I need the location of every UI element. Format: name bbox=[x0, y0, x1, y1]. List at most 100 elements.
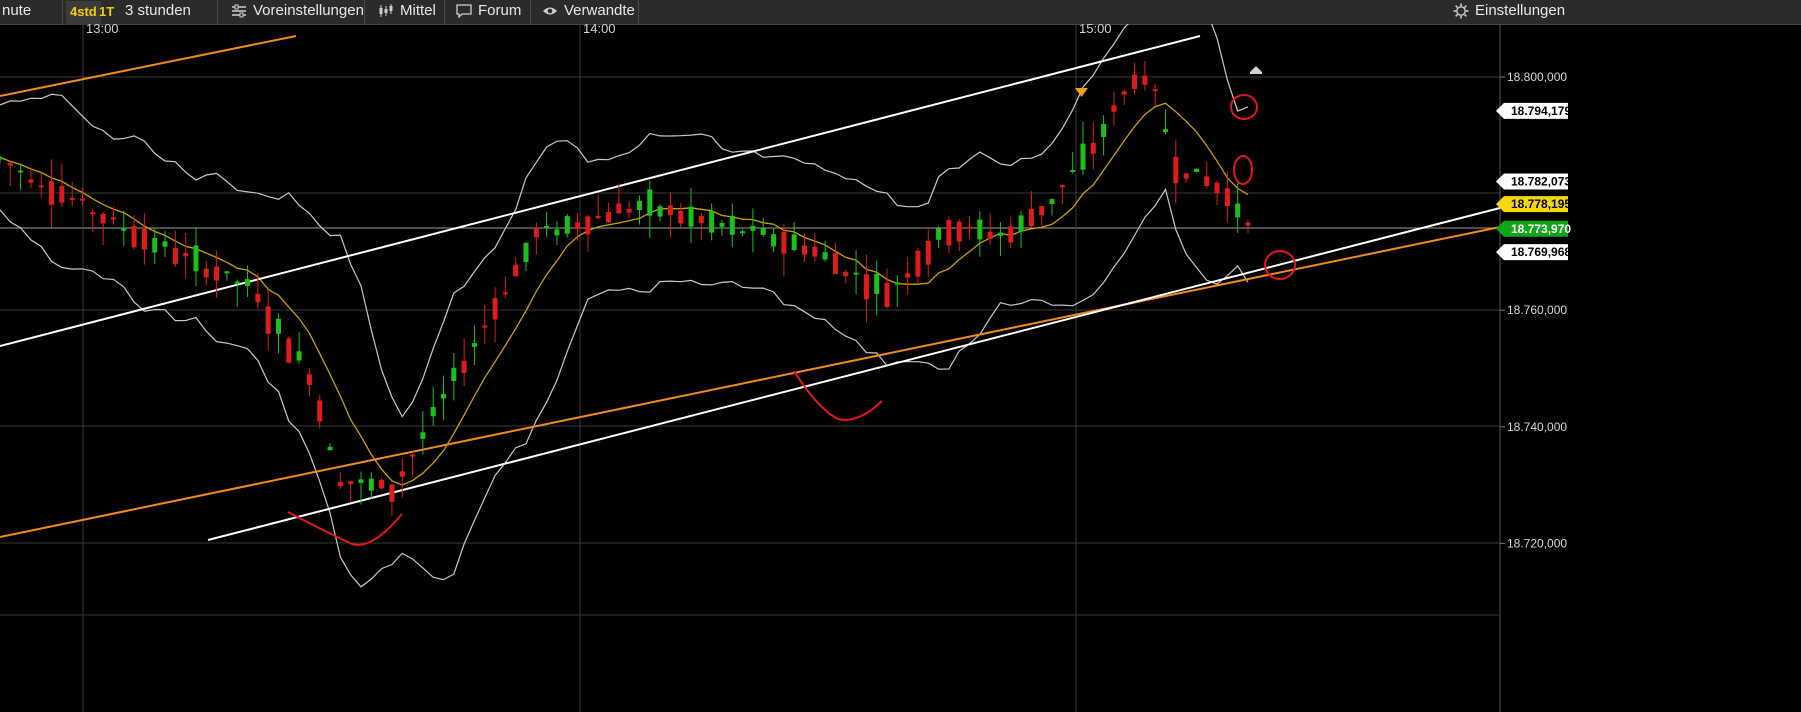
candle-body bbox=[399, 471, 405, 477]
candle-body bbox=[0, 157, 3, 160]
price-axis[interactable]: 18.800,000 18.760,000 18.740,000 18.720,000… bbox=[1496, 70, 1571, 550]
gear-icon bbox=[1453, 3, 1469, 19]
candle-body bbox=[812, 246, 818, 257]
candle-body bbox=[327, 446, 333, 451]
candle-body bbox=[729, 215, 735, 235]
candle-body bbox=[69, 197, 75, 200]
candle-body bbox=[544, 225, 550, 228]
candle-body bbox=[853, 272, 859, 275]
candle-body bbox=[915, 250, 921, 277]
candle-body bbox=[956, 221, 962, 242]
candlesticks bbox=[0, 61, 1251, 516]
candle-body bbox=[265, 306, 271, 334]
candle-body bbox=[1070, 169, 1076, 172]
candle-body bbox=[719, 222, 725, 227]
candle-body bbox=[1039, 206, 1045, 216]
candle-body bbox=[801, 245, 807, 255]
candle-body bbox=[781, 231, 787, 254]
candle-body bbox=[977, 219, 983, 240]
candle-body bbox=[441, 393, 447, 399]
related-label: Verwandte bbox=[564, 2, 635, 19]
candle-body bbox=[946, 220, 952, 246]
forum-button[interactable]: Forum bbox=[456, 0, 521, 24]
candle-body bbox=[616, 203, 622, 214]
sliders-icon bbox=[232, 4, 246, 18]
indicator-label: Mittel bbox=[400, 2, 436, 19]
candle-body bbox=[492, 298, 498, 320]
candle-body bbox=[368, 478, 374, 491]
candle-body bbox=[358, 479, 364, 483]
price-tag-label: 18.773,970 bbox=[1511, 222, 1571, 236]
candle-body bbox=[193, 245, 199, 272]
candle-body bbox=[245, 279, 251, 286]
candle-body bbox=[1224, 188, 1230, 207]
candle-body bbox=[28, 179, 34, 183]
candle-body bbox=[306, 374, 312, 385]
price-tag-label: 18.794,179 bbox=[1511, 104, 1571, 118]
candle-body bbox=[585, 216, 591, 235]
candle-body bbox=[523, 242, 529, 263]
bollinger-upper bbox=[0, 24, 1249, 418]
x-axis: 13:00 14:00 15:00 bbox=[86, 24, 1112, 36]
candle-body bbox=[275, 318, 281, 334]
candle-body bbox=[296, 351, 302, 361]
x-tick-label: 15:00 bbox=[1079, 24, 1112, 36]
candle-body bbox=[1193, 168, 1199, 172]
timeframe-1t-tab[interactable]: 1T bbox=[99, 1, 114, 25]
chart-toolbar: nute 4std 1T 3 stunden Voreinstellungen … bbox=[0, 0, 1801, 25]
candle-body bbox=[657, 206, 663, 217]
candle-body bbox=[771, 234, 777, 247]
candle-body bbox=[90, 212, 96, 215]
candle-body bbox=[1059, 185, 1065, 188]
candle-body bbox=[38, 185, 44, 188]
candle-body bbox=[183, 253, 189, 257]
presets-button[interactable]: Voreinstellungen bbox=[231, 0, 364, 24]
candle-body bbox=[172, 248, 178, 264]
candle-body bbox=[502, 292, 508, 295]
price-tag-label: 18.778,195 bbox=[1511, 197, 1571, 211]
candle-body bbox=[1018, 215, 1024, 232]
x-tick-label: 14:00 bbox=[583, 24, 616, 36]
candle-body bbox=[760, 228, 766, 235]
candle-body bbox=[1162, 129, 1168, 133]
candle-body bbox=[141, 229, 147, 250]
candle-body bbox=[894, 282, 900, 285]
candle-body bbox=[688, 206, 694, 227]
candle-body bbox=[884, 282, 890, 307]
candle-body bbox=[1235, 203, 1241, 218]
speech-bubble-icon bbox=[456, 4, 472, 19]
price-chart[interactable]: 13:00 14:00 15:00 18.800,000 18.760,000 18.7… bbox=[0, 24, 1801, 712]
range-selector[interactable]: 3 stunden bbox=[125, 0, 191, 24]
candle-body bbox=[750, 225, 756, 231]
candle-body bbox=[698, 216, 704, 224]
candle-body bbox=[317, 400, 323, 422]
indicator-button[interactable]: Mittel bbox=[378, 0, 436, 24]
timeframe-minute-tab[interactable]: nute bbox=[2, 0, 31, 24]
home-marker bbox=[1250, 66, 1262, 74]
candle-body bbox=[49, 181, 55, 205]
candle-body bbox=[575, 222, 581, 229]
candle-body bbox=[348, 481, 354, 485]
settings-button[interactable]: Einstellungen bbox=[1453, 0, 1565, 24]
candle-body bbox=[678, 210, 684, 224]
candle-body bbox=[471, 343, 477, 347]
candle-body bbox=[863, 274, 869, 300]
candle-body bbox=[80, 198, 86, 201]
candle-body bbox=[1049, 199, 1055, 205]
candle-body bbox=[647, 189, 653, 216]
candle-body bbox=[255, 293, 261, 303]
candle-body bbox=[1173, 156, 1179, 184]
timeframe-4std-tab[interactable]: 4std bbox=[66, 1, 101, 25]
candle-body bbox=[513, 264, 519, 277]
candle-body bbox=[905, 273, 911, 278]
candle-body bbox=[110, 217, 116, 220]
candle-body bbox=[1008, 226, 1014, 243]
candle-body bbox=[1080, 143, 1086, 170]
candle-body bbox=[1245, 222, 1251, 226]
forum-label: Forum bbox=[478, 2, 522, 19]
candle-body bbox=[337, 481, 343, 487]
related-button[interactable]: Verwandte bbox=[542, 0, 635, 24]
candle-body bbox=[224, 271, 230, 274]
annotation-curve bbox=[287, 511, 403, 546]
price-tick-label: 18.720,000 bbox=[1507, 536, 1567, 550]
